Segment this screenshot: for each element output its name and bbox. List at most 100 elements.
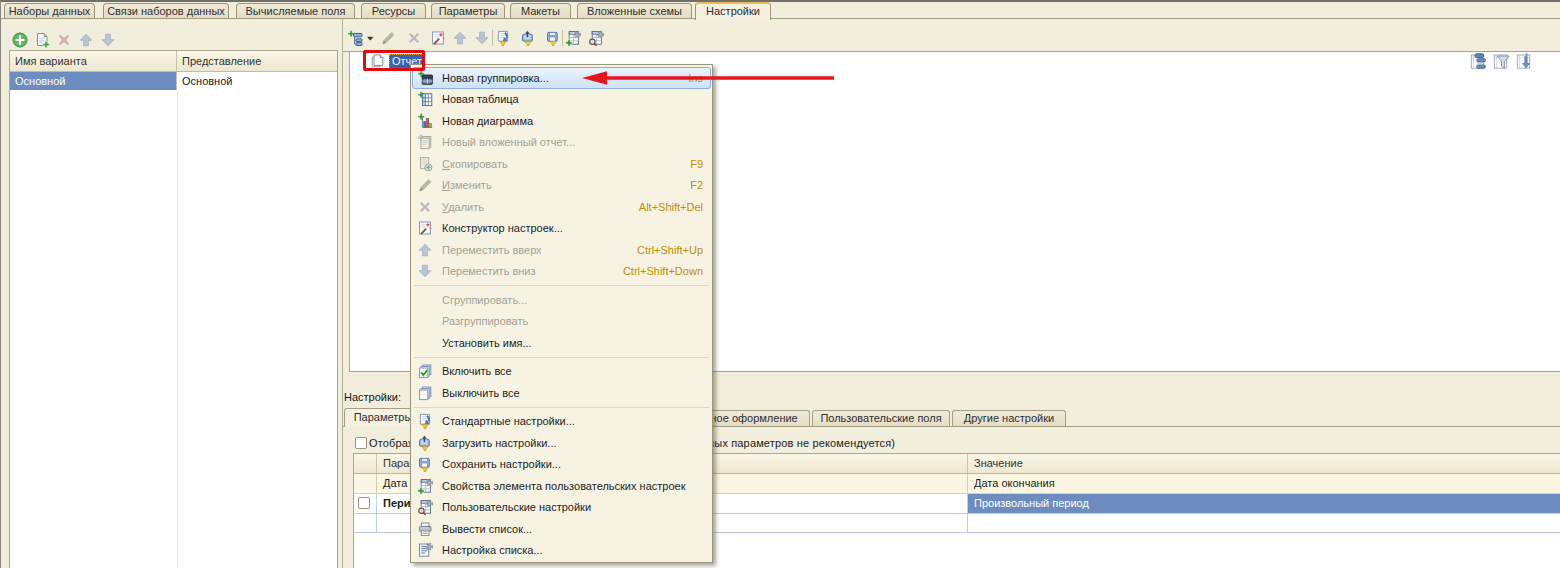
menu-item-22[interactable]: Свойства элемента пользовательских настр…	[412, 475, 711, 497]
list-cfg-icon	[417, 542, 433, 558]
arrow-down-dis-icon	[100, 32, 116, 48]
save-settings-icon	[545, 30, 561, 46]
menu-item-17[interactable]: Выключить все	[412, 382, 711, 404]
add-variant-button[interactable]	[12, 31, 31, 49]
menu-item-label: Установить имя...	[442, 337, 532, 349]
period-use-checkbox[interactable]	[358, 497, 370, 509]
menu-item-label: Новая таблица	[442, 93, 519, 105]
parameter-value-cell[interactable]: Дата окончания	[968, 474, 1560, 493]
menu-item-label: Переместить вверх	[442, 244, 542, 256]
menu-item-10: Переместить внизCtrl+Shift+Down	[412, 261, 711, 283]
menu-item-4: Новый вложенный отчет...	[412, 132, 711, 154]
load-settings-button[interactable]	[520, 29, 539, 47]
menu-item-23[interactable]: Пользовательские настройки	[412, 497, 711, 519]
pencil-dis-icon	[380, 30, 396, 46]
arrow-up-dis-icon	[417, 242, 433, 258]
tab-3[interactable]: Вычисляемые поля	[236, 3, 355, 18]
tab-7[interactable]: Вложенные схемы	[577, 3, 692, 18]
settings-tab-3[interactable]: Пользовательские поля	[812, 410, 950, 426]
view-sort-button[interactable]	[1516, 53, 1534, 70]
save-settings-icon	[417, 456, 433, 472]
no-icon	[417, 313, 433, 329]
delete-x-dis-icon	[56, 32, 72, 48]
menu-item-shortcut: Ctrl+Shift+Up	[637, 244, 710, 256]
move-variant-up-button	[78, 31, 97, 49]
variants-table: Имя варианта Представление Основной Осно…	[9, 50, 338, 568]
variant-row[interactable]: Основной Основной	[10, 72, 337, 90]
menu-item-label: Настройка списка...	[442, 544, 543, 556]
variant-name-cell[interactable]: Основной	[10, 72, 177, 90]
pencil-dis-icon	[417, 177, 433, 193]
variants-column-divider	[177, 91, 178, 568]
no-icon	[417, 292, 433, 308]
menu-item-19[interactable]: Стандартные настройки...	[412, 411, 711, 433]
tab-1[interactable]: Наборы данных	[4, 3, 95, 18]
menu-item-label: Изменить	[442, 179, 492, 191]
props-settings-icon	[417, 478, 433, 494]
menu-item-label: Пользовательские настройки	[442, 501, 591, 513]
parameters-gutter-header	[354, 454, 377, 473]
menu-item-14[interactable]: Установить имя...	[412, 332, 711, 354]
tab-8[interactable]: Настройки	[695, 2, 771, 20]
menu-item-label: Скопировать	[442, 158, 508, 170]
no-icon	[417, 335, 433, 351]
parameters-column-value[interactable]: Значение	[968, 454, 1560, 473]
add-variant-copy-button[interactable]	[34, 31, 53, 49]
data-composition-designer-window: Наборы данных Связи наборов данных Вычисля…	[0, 0, 1560, 568]
settings-pane-label: Настройки:	[344, 391, 401, 403]
x-dis-icon	[417, 199, 433, 215]
settings-wizard-button[interactable]	[430, 29, 449, 47]
view-filter-button[interactable]	[1493, 53, 1511, 70]
top-tabbar-line	[0, 18, 1560, 19]
new-group-icon	[417, 70, 433, 86]
tab-4[interactable]: Ресурсы	[361, 3, 426, 18]
std-settings-icon	[417, 413, 433, 429]
menu-item-8[interactable]: Конструктор настроек...	[412, 218, 711, 240]
add-copy-icon	[34, 32, 50, 48]
menu-item-label: Разгруппировать	[442, 315, 528, 327]
menu-item-20[interactable]: Загрузить настройки...	[412, 432, 711, 454]
user-settings-button[interactable]	[588, 29, 607, 47]
menu-item-5: СкопироватьF9	[412, 153, 711, 175]
user-settings-icon	[588, 30, 604, 46]
settings-tab-4[interactable]: Другие настройки	[952, 410, 1066, 426]
menu-item-shortcut: F2	[690, 179, 710, 191]
delete-button	[406, 29, 425, 47]
menu-item-3[interactable]: Новая диаграмма	[412, 110, 711, 132]
menu-separator	[414, 407, 709, 408]
menu-item-label: Стандартные настройки...	[442, 415, 575, 427]
standard-settings-button[interactable]	[495, 29, 514, 47]
menu-item-2[interactable]: Новая таблица	[412, 89, 711, 111]
menu-item-label: Сгруппировать...	[442, 294, 527, 306]
x-dis-icon	[406, 30, 422, 46]
nested-dis-icon	[417, 134, 433, 150]
copy-dis-icon	[417, 156, 433, 172]
view-structure-button[interactable]	[1470, 53, 1488, 70]
menu-item-24[interactable]: Вывести список...	[412, 518, 711, 540]
menu-item-label: Новая диаграмма	[442, 115, 533, 127]
window-top-edge	[0, 0, 1560, 2]
menu-item-21[interactable]: Сохранить настройки...	[412, 454, 711, 476]
user-setting-props-button[interactable]	[565, 29, 584, 47]
tab-5[interactable]: Параметры	[431, 3, 505, 18]
tab-6[interactable]: Макеты	[510, 3, 571, 18]
menu-item-25[interactable]: Настройка списка...	[412, 540, 711, 562]
arrow-down-dis-icon	[474, 30, 490, 46]
menu-separator	[414, 357, 709, 358]
disable-all-icon	[417, 385, 433, 401]
move-variant-down-button	[100, 31, 119, 49]
parameter-value-cell[interactable]: Произвольный период	[968, 494, 1560, 513]
add-setting-item-button[interactable]	[347, 29, 375, 47]
menu-item-9: Переместить вверх Ctrl+Shift+Up	[412, 239, 711, 261]
variants-column-presentation[interactable]: Представление	[177, 51, 337, 71]
variants-column-name[interactable]: Имя варианта	[10, 51, 177, 71]
show-unavailable-checkbox[interactable]	[355, 437, 367, 449]
menu-item-16[interactable]: Включить все	[412, 361, 711, 383]
variant-presentation-cell[interactable]: Основной	[177, 72, 337, 90]
menu-item-6: Изменить F2	[412, 175, 711, 197]
load-settings-icon	[520, 30, 536, 46]
toolbar-separator	[492, 30, 493, 46]
view-structure-icon	[1470, 59, 1487, 71]
tab-2[interactable]: Связи наборов данных	[103, 3, 229, 18]
context-menu: Новая группировка...InsНовая таблицаНова…	[410, 64, 713, 563]
